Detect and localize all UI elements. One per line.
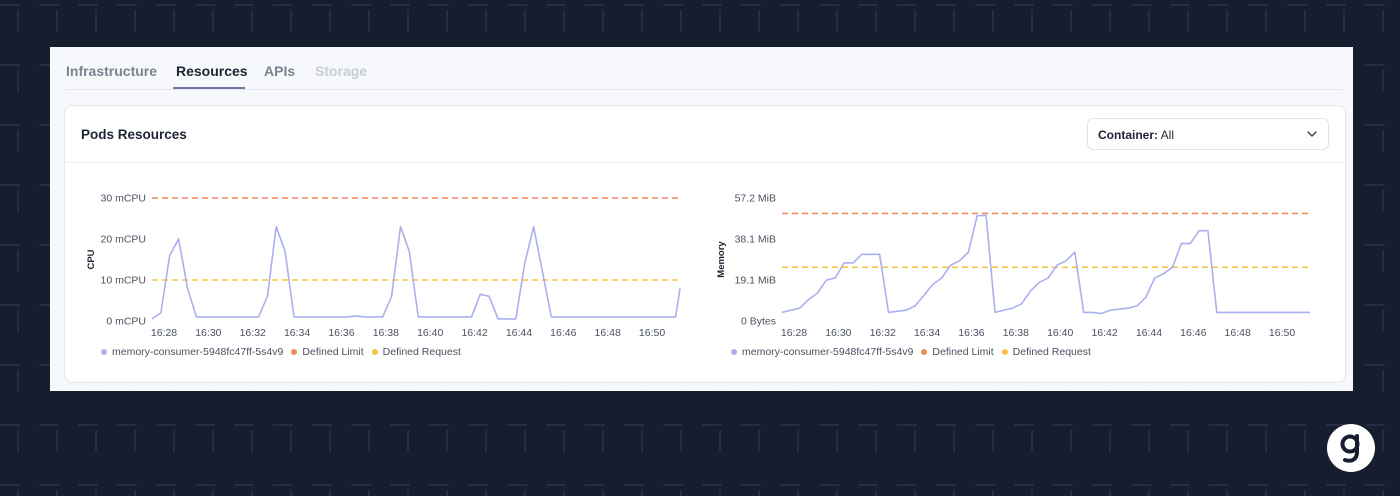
- y-tick-label: 0 mCPU: [106, 316, 146, 328]
- x-tick-label: 16:32: [870, 327, 896, 339]
- container-select-label: Container:: [1098, 128, 1158, 142]
- legend-item-limit: Defined Limit: [921, 346, 994, 358]
- brand-logo: [1327, 424, 1375, 472]
- legend-limit-label: Defined Limit: [932, 346, 994, 358]
- legend-limit-label: Defined Limit: [302, 346, 364, 358]
- tab-infrastructure[interactable]: Infrastructure: [66, 63, 157, 79]
- y-axis-label: CPU: [86, 249, 97, 269]
- container-select-value: All: [1160, 128, 1175, 142]
- legend-series-dot: [101, 349, 107, 355]
- x-tick-label: 16:34: [914, 327, 940, 339]
- x-tick-label: 16:32: [240, 327, 266, 339]
- cpu-chart: CPU 0 mCPU 10 mCPU 20 mCPU 30 mCPU 16:28 16:30…: [85, 186, 695, 351]
- tab-resources[interactable]: Resources: [176, 63, 248, 79]
- memory-chart-svg: Memory 0 Bytes 19.1 MiB 38.1 MiB 57.2 MiB 16:…: [716, 193, 1310, 339]
- x-tick-label: 16:40: [1047, 327, 1073, 339]
- card-title: Pods Resources: [81, 127, 187, 142]
- series-line: [781, 214, 1310, 315]
- x-tick-label: 16:48: [595, 327, 621, 339]
- memory-chart: Memory 0 Bytes 19.1 MiB 38.1 MiB 57.2 MiB 16:…: [715, 186, 1325, 351]
- tab-apis[interactable]: APIs: [264, 63, 295, 79]
- x-tick-label: 16:46: [1180, 327, 1206, 339]
- legend-request-label: Defined Request: [1012, 346, 1091, 358]
- x-tick-label: 16:44: [1136, 327, 1162, 339]
- resources-panel: Infrastructure Resources APIs Storage Po…: [50, 47, 1353, 391]
- x-tick-label: 16:36: [328, 327, 354, 339]
- y-tick-label: 30 mCPU: [100, 193, 146, 205]
- legend-item-request: Defined Request: [371, 346, 461, 358]
- memory-chart-legend: memory-consumer-5948fc47ff-5s4v9 Defined…: [731, 346, 1099, 358]
- x-tick-label: 16:50: [1269, 327, 1295, 339]
- legend-item-request: Defined Request: [1001, 346, 1091, 358]
- y-tick-label: 10 mCPU: [100, 275, 146, 287]
- legend-series-label: memory-consumer-5948fc47ff-5s4v9: [112, 346, 284, 358]
- x-tick-label: 16:34: [284, 327, 310, 339]
- legend-item-series: memory-consumer-5948fc47ff-5s4v9: [731, 346, 913, 358]
- legend-item-series: memory-consumer-5948fc47ff-5s4v9: [101, 346, 283, 358]
- x-tick-label: 16:28: [151, 327, 177, 339]
- active-tab-indicator: [173, 87, 245, 89]
- y-tick-label: 0 Bytes: [741, 316, 776, 328]
- x-tick-label: 16:38: [1003, 327, 1029, 339]
- x-tick-label: 16:46: [550, 327, 576, 339]
- x-tick-label: 16:42: [1091, 327, 1117, 339]
- cpu-chart-svg: CPU 0 mCPU 10 mCPU 20 mCPU 30 mCPU 16:28 16:30…: [86, 193, 681, 339]
- y-tick-label: 38.1 MiB: [735, 234, 776, 246]
- y-tick-label: 20 mCPU: [100, 234, 146, 246]
- series-line: [151, 225, 681, 320]
- x-tick-label: 16:48: [1225, 327, 1251, 339]
- y-tick-label: 19.1 MiB: [735, 274, 776, 286]
- legend-series-dot: [731, 349, 737, 355]
- x-tick-label: 16:44: [506, 327, 532, 339]
- legend-request-label: Defined Request: [382, 346, 461, 358]
- chevron-down-icon: [1307, 131, 1317, 137]
- x-tick-label: 16:50: [639, 327, 665, 339]
- x-tick-label: 16:28: [781, 327, 807, 339]
- pods-resources-card: Pods Resources Container: All CPU 0 mCPU 1…: [64, 105, 1346, 383]
- x-tick-label: 16:42: [461, 327, 487, 339]
- x-tick-label: 16:36: [958, 327, 984, 339]
- x-tick-label: 16:30: [825, 327, 851, 339]
- container-select-text: Container: All: [1098, 128, 1174, 142]
- tab-storage: Storage: [315, 63, 368, 79]
- x-tick-label: 16:38: [373, 327, 399, 339]
- y-tick-label: 57.2 MiB: [735, 193, 776, 205]
- y-axis-label: Memory: [716, 241, 727, 278]
- legend-series-label: memory-consumer-5948fc47ff-5s4v9: [742, 346, 914, 358]
- legend-item-limit: Defined Limit: [291, 346, 364, 358]
- g-logo-icon: [1340, 434, 1360, 463]
- cpu-chart-legend: memory-consumer-5948fc47ff-5s4v9 Defined…: [101, 346, 469, 358]
- legend-request-dot: [1001, 349, 1008, 355]
- card-header: Pods Resources Container: All: [65, 106, 1345, 163]
- x-tick-label: 16:40: [417, 327, 443, 339]
- legend-request-dot: [371, 349, 378, 355]
- legend-limit-dot: [921, 349, 928, 355]
- tab-bar: Infrastructure Resources APIs Storage: [66, 47, 1343, 90]
- x-tick-label: 16:30: [195, 327, 221, 339]
- legend-limit-dot: [291, 349, 298, 355]
- container-select[interactable]: Container: All: [1087, 118, 1329, 150]
